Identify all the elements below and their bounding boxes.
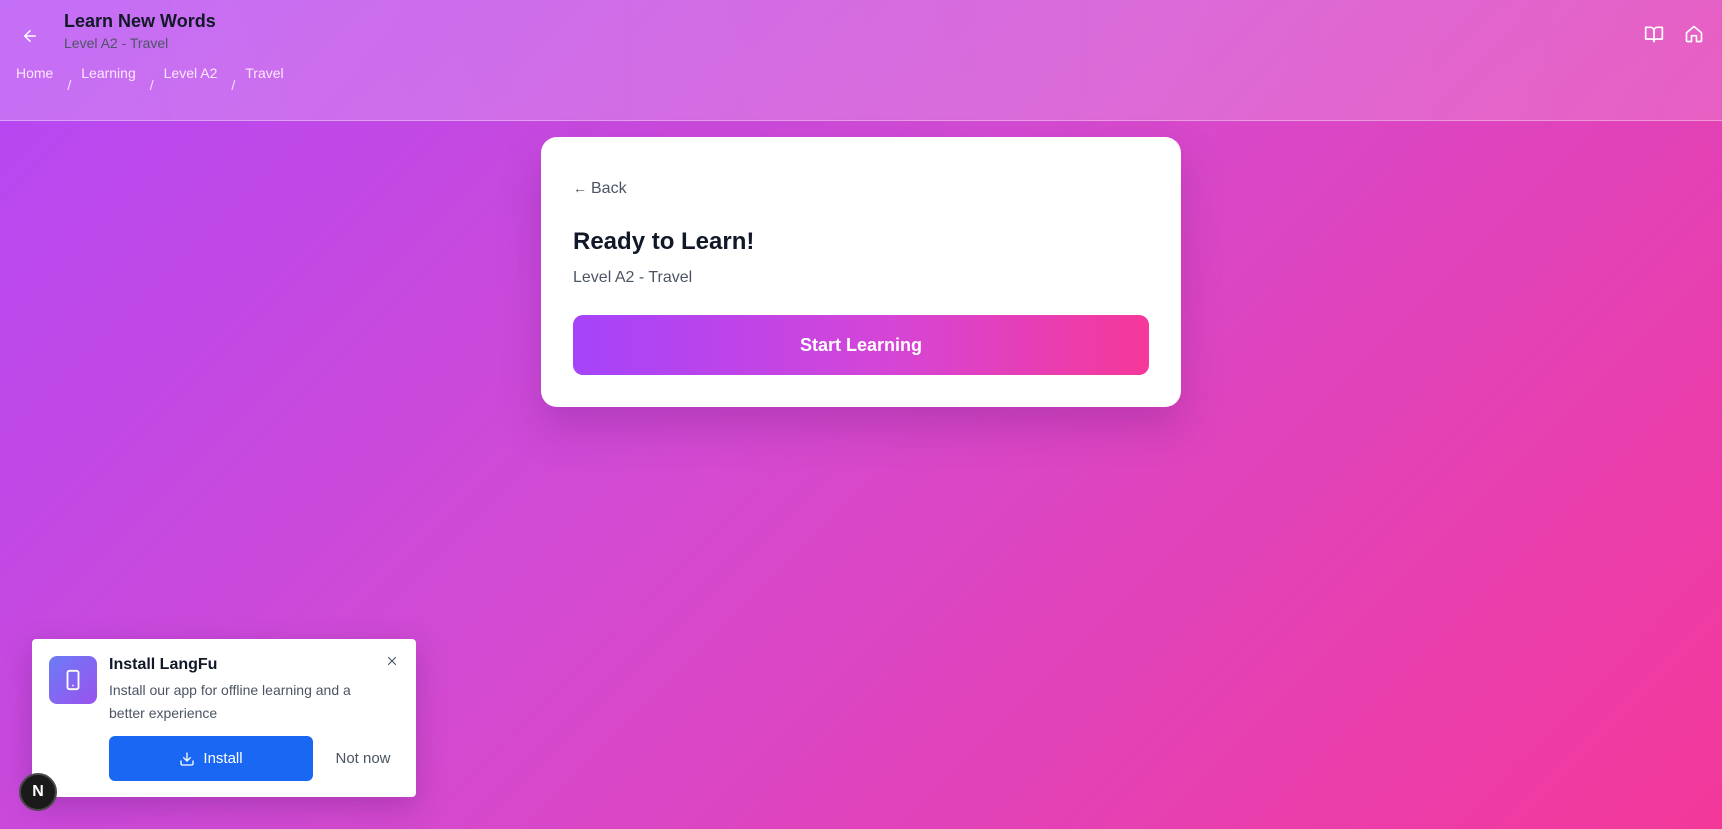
- breadcrumb-learning[interactable]: Learning: [81, 64, 136, 82]
- smartphone-icon: [49, 656, 97, 704]
- install-title: Install LangFu: [109, 656, 218, 673]
- card-subtitle: Level A2 - Travel: [573, 269, 693, 286]
- card-back-link[interactable]: ← Back: [573, 180, 627, 198]
- arrow-left-icon: ←: [573, 180, 587, 196]
- dev-badge-label: N: [32, 783, 44, 800]
- start-learning-button[interactable]: Start Learning: [573, 315, 1149, 375]
- download-icon: [180, 751, 195, 766]
- page-title-block: Learn New Words Level A2 - Travel: [64, 10, 216, 52]
- breadcrumb-separator: /: [149, 77, 154, 93]
- breadcrumb-travel[interactable]: Travel: [245, 64, 283, 82]
- install-prompt: Install LangFu Install our app for offli…: [32, 639, 416, 797]
- card-back-label: Back: [591, 180, 627, 197]
- page-subtitle: Level A2 - Travel: [64, 35, 169, 51]
- book-open-icon[interactable]: [1642, 22, 1666, 46]
- close-icon[interactable]: [384, 653, 400, 669]
- install-description: Install our app for offline learning and…: [109, 682, 351, 721]
- page-title: Learn New Words: [64, 11, 216, 31]
- not-now-button[interactable]: Not now: [322, 736, 404, 781]
- breadcrumb-home[interactable]: Home: [16, 64, 53, 82]
- breadcrumb-separator: /: [67, 77, 72, 93]
- breadcrumb-level[interactable]: Level A2: [164, 64, 218, 82]
- start-card: ← Back Ready to Learn! Level A2 - Travel …: [541, 137, 1181, 407]
- dev-tools-badge[interactable]: N: [19, 773, 57, 811]
- home-icon[interactable]: [1682, 22, 1706, 46]
- card-title: Ready to Learn!: [573, 228, 755, 255]
- top-header: Learn New Words Level A2 - Travel Home /…: [0, 0, 1722, 121]
- back-arrow-icon[interactable]: [18, 24, 42, 48]
- breadcrumb: Home / Learning / Level A2 / Travel: [16, 64, 284, 94]
- header-actions: [1642, 22, 1706, 46]
- breadcrumb-separator: /: [231, 77, 236, 93]
- install-button[interactable]: Install: [109, 736, 313, 781]
- install-button-label: Install: [203, 750, 243, 767]
